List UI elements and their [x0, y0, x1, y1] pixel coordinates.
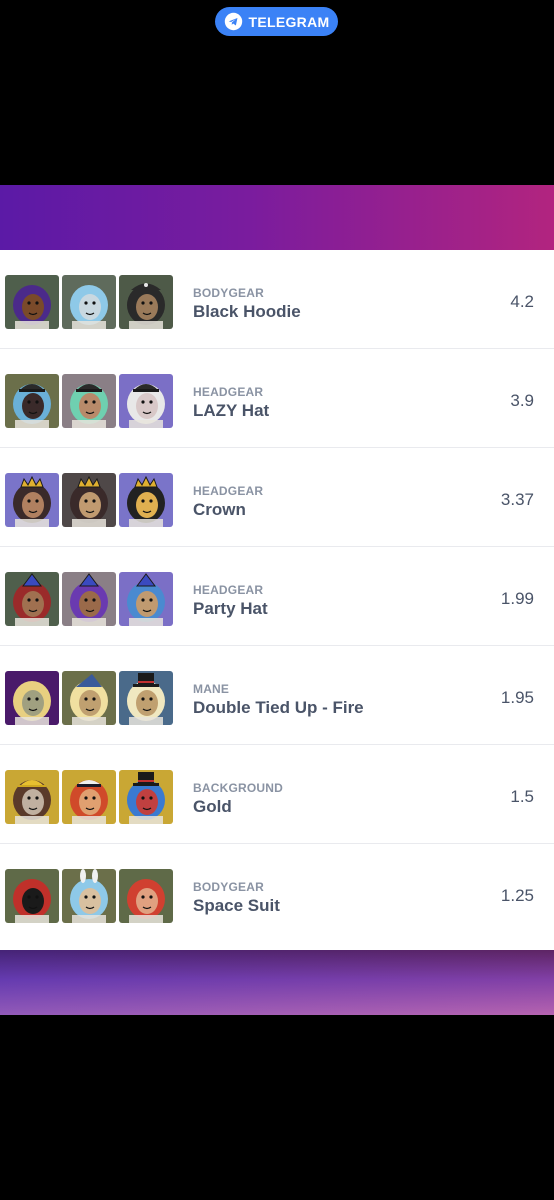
trait-row[interactable]: BODYGEAR Black Hoodie 4.2: [0, 250, 554, 349]
trait-name: Crown: [193, 500, 246, 519]
lion-nft-thumbnail[interactable]: [5, 770, 59, 824]
trait-row[interactable]: MANE Double Tied Up - Fire 1.95: [0, 646, 554, 745]
trait-score: 3.37: [500, 490, 534, 509]
trait-category: HEADGEAR: [193, 385, 264, 399]
lion-nft-thumbnail[interactable]: [62, 770, 116, 824]
trait-score: 1.99: [500, 589, 534, 608]
trait-thumbnails: [5, 572, 173, 626]
trait-thumbnails: [5, 473, 173, 527]
lion-nft-thumbnail[interactable]: [62, 671, 116, 725]
trait-row[interactable]: HEADGEAR Party Hat 1.99: [0, 547, 554, 646]
trait-category: BODYGEAR: [193, 880, 264, 894]
trait-name: Space Suit: [193, 896, 280, 915]
trait-name: LAZY Hat: [193, 401, 270, 420]
trait-row[interactable]: HEADGEAR Crown 3.37: [0, 448, 554, 547]
trait-category: BODYGEAR: [193, 286, 264, 300]
trait-name: Gold: [193, 797, 232, 816]
trait-row[interactable]: BACKGROUND Gold 1.5: [0, 745, 554, 844]
trait-category: BACKGROUND: [193, 781, 283, 795]
telegram-icon: [224, 12, 242, 31]
trait-category: HEADGEAR: [193, 583, 264, 597]
trait-score: 1.95: [500, 688, 534, 707]
lion-nft-thumbnail[interactable]: [62, 572, 116, 626]
lion-nft-thumbnail[interactable]: [119, 671, 173, 725]
trait-category: MANE: [193, 682, 230, 696]
lion-nft-thumbnail[interactable]: [119, 473, 173, 527]
lion-nft-thumbnail[interactable]: [5, 572, 59, 626]
trait-thumbnails: [5, 275, 173, 329]
trait-name: Black Hoodie: [193, 302, 301, 321]
trait-thumbnails: [5, 374, 173, 428]
trait-category: HEADGEAR: [193, 484, 264, 498]
trait-row[interactable]: HEADGEAR LAZY Hat 3.9: [0, 349, 554, 448]
lion-nft-thumbnail[interactable]: [119, 374, 173, 428]
trait-score: 1.5: [510, 787, 534, 806]
lion-nft-thumbnail[interactable]: [119, 275, 173, 329]
lion-nft-thumbnail[interactable]: [119, 869, 173, 923]
trait-name: Double Tied Up - Fire: [193, 698, 364, 717]
lion-nft-thumbnail[interactable]: [62, 275, 116, 329]
lion-nft-thumbnail[interactable]: [5, 473, 59, 527]
lion-nft-thumbnail[interactable]: [62, 374, 116, 428]
trait-score: 1.25: [500, 886, 534, 905]
lion-nft-thumbnail[interactable]: [62, 869, 116, 923]
trait-row[interactable]: BODYGEAR Space Suit 1.25: [0, 844, 554, 943]
lion-nft-thumbnail[interactable]: [5, 671, 59, 725]
trait-name: Party Hat: [193, 599, 268, 618]
lion-nft-thumbnail[interactable]: [5, 275, 59, 329]
trait-thumbnails: [5, 671, 173, 725]
gradient-footer-band: [0, 950, 554, 1015]
gradient-header-band: [0, 185, 554, 250]
lion-nft-thumbnail[interactable]: [119, 770, 173, 824]
lion-nft-thumbnail[interactable]: [5, 869, 59, 923]
telegram-button[interactable]: TELEGRAM: [215, 7, 338, 36]
lion-nft-thumbnail[interactable]: [62, 473, 116, 527]
trait-list: BODYGEAR Black Hoodie 4.2 HEADGEAR LAZY Hat 3…: [0, 250, 554, 950]
trait-thumbnails: [5, 770, 173, 824]
lion-nft-thumbnail[interactable]: [5, 374, 59, 428]
trait-score: 4.2: [510, 292, 534, 311]
telegram-label: TELEGRAM: [248, 13, 330, 30]
lion-nft-thumbnail[interactable]: [119, 572, 173, 626]
trait-thumbnails: [5, 869, 173, 923]
trait-score: 3.9: [510, 391, 534, 410]
